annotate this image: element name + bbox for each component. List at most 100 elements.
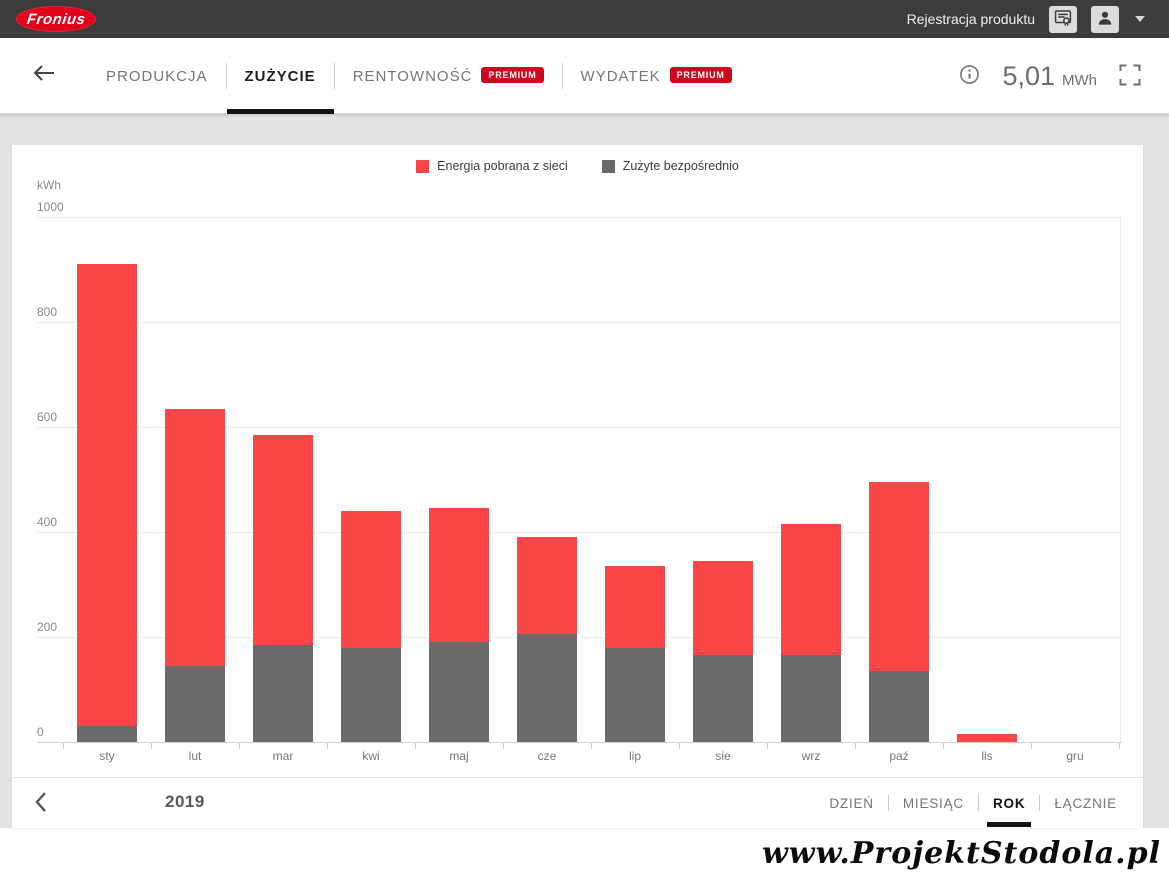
- bar-wrz[interactable]: [781, 524, 841, 742]
- bar-lip[interactable]: [605, 566, 665, 742]
- tab-zuzycie[interactable]: ZUŻYCIE: [227, 38, 334, 114]
- product-registration-link[interactable]: Rejestracja produktu: [907, 11, 1035, 27]
- premium-badge: PREMIUM: [670, 67, 732, 83]
- bar-cze[interactable]: [517, 537, 577, 742]
- bar-mar[interactable]: [253, 435, 313, 742]
- bar-segment-grid-energy: [165, 409, 225, 666]
- user-icon: [1096, 9, 1114, 30]
- tab-label: ZUŻYCIE: [245, 68, 316, 85]
- x-axis-label-lis: lis: [943, 749, 1031, 763]
- total-value: 5,01: [1002, 61, 1055, 92]
- period-tab-rok[interactable]: ROK: [979, 778, 1039, 828]
- chart-plot-area: 10008006004002000stylutmarkwimajczelipsi…: [12, 145, 1143, 828]
- bar-sty[interactable]: [77, 264, 137, 742]
- certificate-icon: [1054, 9, 1072, 30]
- bar-kwi[interactable]: [341, 511, 401, 742]
- bar-lut[interactable]: [165, 409, 225, 742]
- bar-lis[interactable]: [957, 734, 1017, 742]
- y-tick-label: 600: [37, 410, 57, 424]
- x-axis-label-sty: sty: [63, 749, 151, 763]
- previous-period-button[interactable]: [34, 791, 48, 816]
- period-tab-lacznie[interactable]: ŁĄCZNIE: [1040, 778, 1131, 828]
- x-axis-label-maj: maj: [415, 749, 503, 763]
- x-axis-label-cze: cze: [503, 749, 591, 763]
- bar-segment-direct-use: [693, 655, 753, 742]
- bar-sie[interactable]: [693, 561, 753, 742]
- back-button[interactable]: [32, 64, 56, 85]
- bar-segment-grid-energy: [429, 508, 489, 642]
- info-icon: [959, 64, 980, 88]
- bar-segment-direct-use: [517, 634, 577, 742]
- time-navigation-bar: 2019 DZIEŃMIESIĄCROKŁĄCZNIE: [12, 778, 1143, 828]
- view-tabs: PRODUKCJAZUŻYCIERENTOWNOŚĆPREMIUMWYDATEK…: [88, 38, 750, 114]
- info-button[interactable]: [959, 64, 980, 88]
- fronius-logo-text: Fronius: [26, 11, 87, 28]
- arrow-left-icon: [32, 70, 56, 85]
- y-tick-label: 200: [37, 620, 57, 634]
- plot-right-edge: [1120, 217, 1121, 742]
- x-axis-label-paź: paź: [855, 749, 943, 763]
- bar-segment-grid-energy: [253, 435, 313, 645]
- fullscreen-button[interactable]: [1119, 64, 1141, 89]
- tab-rentownosc[interactable]: RENTOWNOŚĆPREMIUM: [335, 38, 562, 114]
- x-axis-label-mar: mar: [239, 749, 327, 763]
- gridline-1000: [37, 217, 1122, 218]
- chevron-down-icon[interactable]: [1135, 16, 1145, 22]
- chart-panel: Energia pobrana z sieciZużyte bezpośredn…: [12, 145, 1143, 828]
- user-account-button[interactable]: [1091, 6, 1119, 33]
- x-axis-tick: [943, 743, 944, 749]
- bar-segment-direct-use: [781, 655, 841, 742]
- top-app-bar: Fronius Rejestracja produktu: [0, 0, 1169, 38]
- fullscreen-icon: [1119, 64, 1141, 89]
- period-tab-dzien[interactable]: DZIEŃ: [815, 778, 888, 828]
- period-tabs: DZIEŃMIESIĄCROKŁĄCZNIE: [815, 778, 1131, 828]
- bar-segment-direct-use: [165, 666, 225, 742]
- bar-segment-grid-energy: [957, 734, 1017, 742]
- x-axis-tick: [239, 743, 240, 749]
- tab-produkcja[interactable]: PRODUKCJA: [88, 38, 226, 114]
- y-tick-label: 0: [37, 725, 44, 739]
- x-axis-tick: [679, 743, 680, 749]
- x-axis-tick: [1031, 743, 1032, 749]
- bar-paź[interactable]: [869, 482, 929, 742]
- x-axis-label-sie: sie: [679, 749, 767, 763]
- topbar-actions: Rejestracja produktu: [907, 0, 1145, 38]
- navbar-right: 5,01 MWh: [959, 38, 1141, 114]
- fronius-logo[interactable]: Fronius: [16, 6, 96, 32]
- gridline-0: [37, 742, 1122, 743]
- y-tick-label: 400: [37, 515, 57, 529]
- x-axis-tick: [415, 743, 416, 749]
- bar-segment-grid-energy: [77, 264, 137, 726]
- bar-segment-grid-energy: [869, 482, 929, 671]
- x-axis-tick: [151, 743, 152, 749]
- total-consumption: 5,01 MWh: [1002, 61, 1097, 92]
- x-axis-tick: [63, 743, 64, 749]
- x-axis-label-lip: lip: [591, 749, 679, 763]
- bar-segment-grid-energy: [781, 524, 841, 655]
- x-axis-label-gru: gru: [1031, 749, 1119, 763]
- watermark: www.ProjektStodola.pl: [762, 836, 1161, 871]
- bar-segment-direct-use: [605, 648, 665, 743]
- x-axis-tick: [503, 743, 504, 749]
- tab-label: WYDATEK: [581, 68, 661, 85]
- chevron-left-icon: [34, 801, 48, 816]
- period-tab-miesiac[interactable]: MIESIĄC: [889, 778, 978, 828]
- total-unit: MWh: [1062, 72, 1097, 89]
- bar-segment-direct-use: [77, 726, 137, 742]
- premium-badge: PREMIUM: [481, 67, 543, 83]
- bar-segment-grid-energy: [341, 511, 401, 648]
- tab-label: PRODUKCJA: [106, 68, 208, 85]
- bar-segment-direct-use: [869, 671, 929, 742]
- bar-maj[interactable]: [429, 508, 489, 742]
- product-registration-button[interactable]: [1049, 6, 1077, 33]
- bar-segment-direct-use: [429, 642, 489, 742]
- bar-segment-grid-energy: [517, 537, 577, 634]
- x-axis-tick: [767, 743, 768, 749]
- x-axis-tick: [1119, 743, 1120, 749]
- tab-wydatek[interactable]: WYDATEK PREMIUM: [563, 38, 750, 114]
- y-tick-label: 1000: [37, 200, 64, 214]
- x-axis-tick: [855, 743, 856, 749]
- x-axis-label-lut: lut: [151, 749, 239, 763]
- x-axis-label-kwi: kwi: [327, 749, 415, 763]
- bar-segment-direct-use: [253, 645, 313, 742]
